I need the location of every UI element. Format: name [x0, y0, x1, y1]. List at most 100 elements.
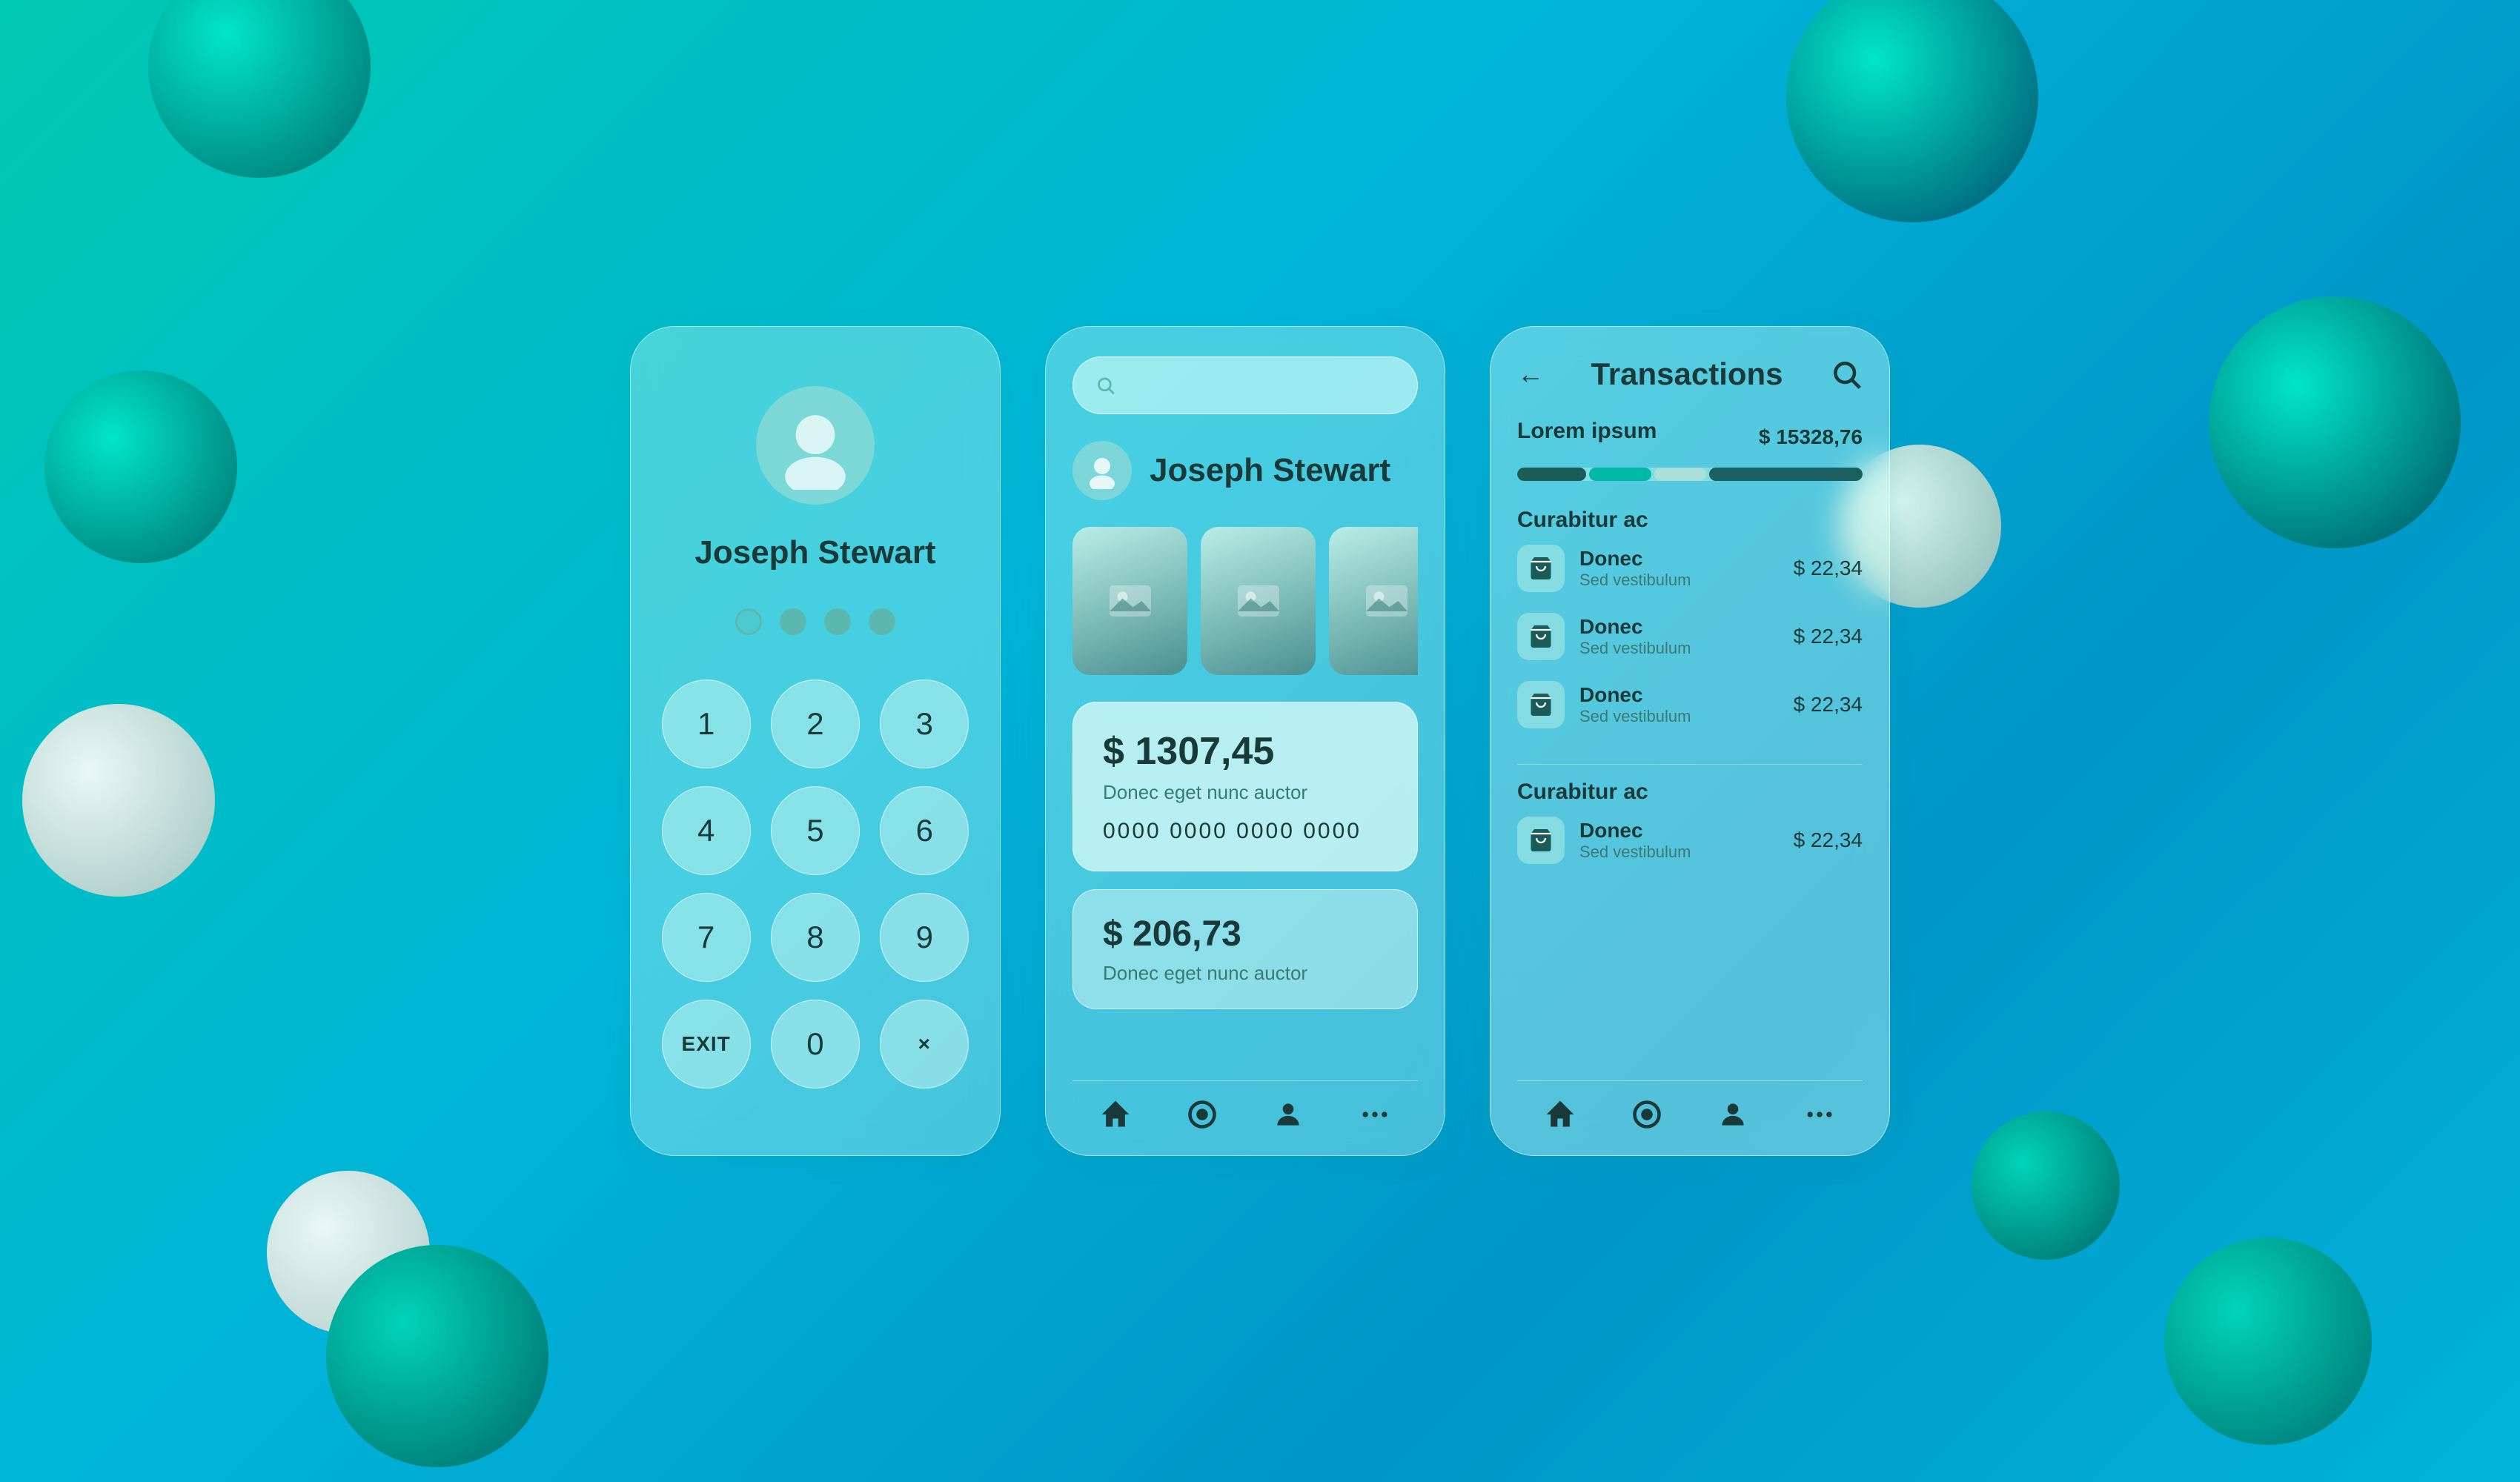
image-thumb-icon-2 — [1233, 575, 1284, 627]
search-input[interactable] — [1127, 373, 1395, 397]
balance-label-1: Donec eget nunc auctor — [1103, 781, 1387, 804]
avatar — [756, 386, 875, 505]
tx-item-2-name: Donec — [1579, 615, 1691, 639]
decorative-ball-7 — [2209, 296, 2461, 548]
nav-home[interactable] — [1097, 1096, 1134, 1133]
progress-seg-2 — [1589, 468, 1651, 481]
tx-item-3: Donec Sed vestibulum $ 22,34 — [1517, 681, 1863, 728]
transactions-card: ← Transactions Lorem ipsum $ 15328,76 Cu… — [1490, 326, 1890, 1156]
section3-label: Curabitur ac — [1517, 780, 1863, 805]
tx-bottom-nav — [1517, 1080, 1863, 1133]
tx-nav-more[interactable] — [1801, 1096, 1838, 1133]
card-number: 0000 0000 0000 0000 — [1103, 819, 1387, 844]
key-delete[interactable]: × — [880, 1000, 969, 1089]
pin-dot-4 — [869, 608, 895, 635]
key-4[interactable]: 4 — [662, 786, 751, 875]
user-avatar-small — [1072, 441, 1132, 500]
progress-seg-3 — [1654, 468, 1706, 481]
tx-item-4-info: Donec Sed vestibulum — [1579, 819, 1691, 862]
tx-item-2-sub: Sed vestibulum — [1579, 639, 1691, 658]
image-thumb-2 — [1201, 527, 1316, 675]
tx-bag-icon-1 — [1517, 545, 1565, 592]
key-0[interactable]: 0 — [771, 1000, 860, 1089]
balance-label-2: Donec eget nunc auctor — [1103, 962, 1387, 985]
key-3[interactable]: 3 — [880, 679, 969, 768]
image-thumb-1 — [1072, 527, 1187, 675]
decorative-ball-4 — [22, 704, 215, 897]
tx-item-1-sub: Sed vestibulum — [1579, 571, 1691, 590]
decorative-ball-2 — [1786, 0, 2038, 222]
key-1[interactable]: 1 — [662, 679, 751, 768]
user-avatar-icon — [1084, 452, 1121, 489]
key-2[interactable]: 2 — [771, 679, 860, 768]
pin-dot-2 — [780, 608, 806, 635]
image-cards-row — [1072, 527, 1418, 675]
tx-bag-icon-2 — [1517, 613, 1565, 660]
image-thumb-3 — [1329, 527, 1418, 675]
tx-nav-user[interactable] — [1714, 1096, 1751, 1133]
balance-card-2: $ 206,73 Donec eget nunc auctor — [1072, 889, 1418, 1009]
tx-item-1-left: Donec Sed vestibulum — [1517, 545, 1691, 592]
pin-user-name: Joseph Stewart — [694, 534, 935, 571]
user-row: Joseph Stewart — [1072, 441, 1418, 500]
key-7[interactable]: 7 — [662, 893, 751, 982]
nav-circle[interactable] — [1184, 1096, 1221, 1133]
back-button[interactable]: ← — [1517, 359, 1544, 390]
tx-item-2: Donec Sed vestibulum $ 22,34 — [1517, 613, 1863, 660]
progress-seg-4 — [1709, 468, 1863, 481]
tx-item-1-info: Donec Sed vestibulum — [1579, 547, 1691, 590]
pin-card: Joseph Stewart 1 2 3 4 5 6 7 8 9 EXIT 0 … — [630, 326, 1001, 1156]
tx-bag-icon-3 — [1517, 681, 1565, 728]
balance-amount-2: $ 206,73 — [1103, 914, 1387, 954]
tx-item-1: Donec Sed vestibulum $ 22,34 — [1517, 545, 1863, 592]
tx-nav-home[interactable] — [1542, 1096, 1579, 1133]
phones-container: Joseph Stewart 1 2 3 4 5 6 7 8 9 EXIT 0 … — [630, 326, 1890, 1156]
balance-card-1: $ 1307,45 Donec eget nunc auctor 0000 00… — [1072, 702, 1418, 871]
pin-dot-1 — [735, 608, 762, 635]
main-bottom-nav — [1072, 1080, 1418, 1133]
main-card: Joseph Stewart — [1045, 326, 1445, 1156]
tx-item-4-left: Donec Sed vestibulum — [1517, 817, 1691, 864]
decorative-ball-6 — [326, 1245, 548, 1467]
nav-more[interactable] — [1356, 1096, 1393, 1133]
key-8[interactable]: 8 — [771, 893, 860, 982]
tx-item-4-name: Donec — [1579, 819, 1691, 843]
nav-user[interactable] — [1270, 1096, 1307, 1133]
section1-label: Lorem ipsum — [1517, 419, 1657, 444]
tx-item-3-amount: $ 22,34 — [1794, 693, 1863, 717]
transactions-title: Transactions — [1591, 356, 1783, 392]
decorative-ball-8 — [2164, 1237, 2372, 1445]
decorative-ball-10 — [1972, 1112, 2120, 1260]
progress-seg-1 — [1517, 468, 1586, 481]
tx-item-3-name: Donec — [1579, 683, 1691, 707]
tx-item-2-left: Donec Sed vestibulum — [1517, 613, 1691, 660]
key-9[interactable]: 9 — [880, 893, 969, 982]
keypad: 1 2 3 4 5 6 7 8 9 EXIT 0 × — [660, 679, 970, 1089]
tx-item-4-sub: Sed vestibulum — [1579, 843, 1691, 862]
tx-nav-circle[interactable] — [1628, 1096, 1665, 1133]
tx-item-3-info: Donec Sed vestibulum — [1579, 683, 1691, 726]
progress-section: Lorem ipsum $ 15328,76 — [1517, 419, 1863, 481]
decorative-ball-3 — [44, 370, 237, 563]
key-6[interactable]: 6 — [880, 786, 969, 875]
tx-item-3-left: Donec Sed vestibulum — [1517, 681, 1691, 728]
pin-dots — [735, 608, 895, 635]
search-bar[interactable] — [1072, 356, 1418, 414]
search-icon — [1095, 372, 1115, 399]
pin-dot-3 — [824, 608, 851, 635]
tx-item-2-amount: $ 22,34 — [1794, 625, 1863, 648]
tx-item-2-info: Donec Sed vestibulum — [1579, 615, 1691, 658]
transactions-search-icon[interactable] — [1830, 358, 1863, 391]
transactions-header: ← Transactions — [1517, 356, 1863, 392]
tx-item-4-amount: $ 22,34 — [1794, 828, 1863, 852]
section-divider — [1517, 764, 1863, 765]
tx-item-1-amount: $ 22,34 — [1794, 556, 1863, 580]
key-5[interactable]: 5 — [771, 786, 860, 875]
avatar-icon — [771, 401, 860, 490]
tx-item-3-sub: Sed vestibulum — [1579, 707, 1691, 726]
tx-item-4: Donec Sed vestibulum $ 22,34 — [1517, 817, 1863, 864]
decorative-ball-5 — [267, 1171, 430, 1334]
key-exit[interactable]: EXIT — [662, 1000, 751, 1089]
section2-label: Curabitur ac — [1517, 508, 1863, 533]
section1-amount: $ 15328,76 — [1759, 425, 1863, 449]
